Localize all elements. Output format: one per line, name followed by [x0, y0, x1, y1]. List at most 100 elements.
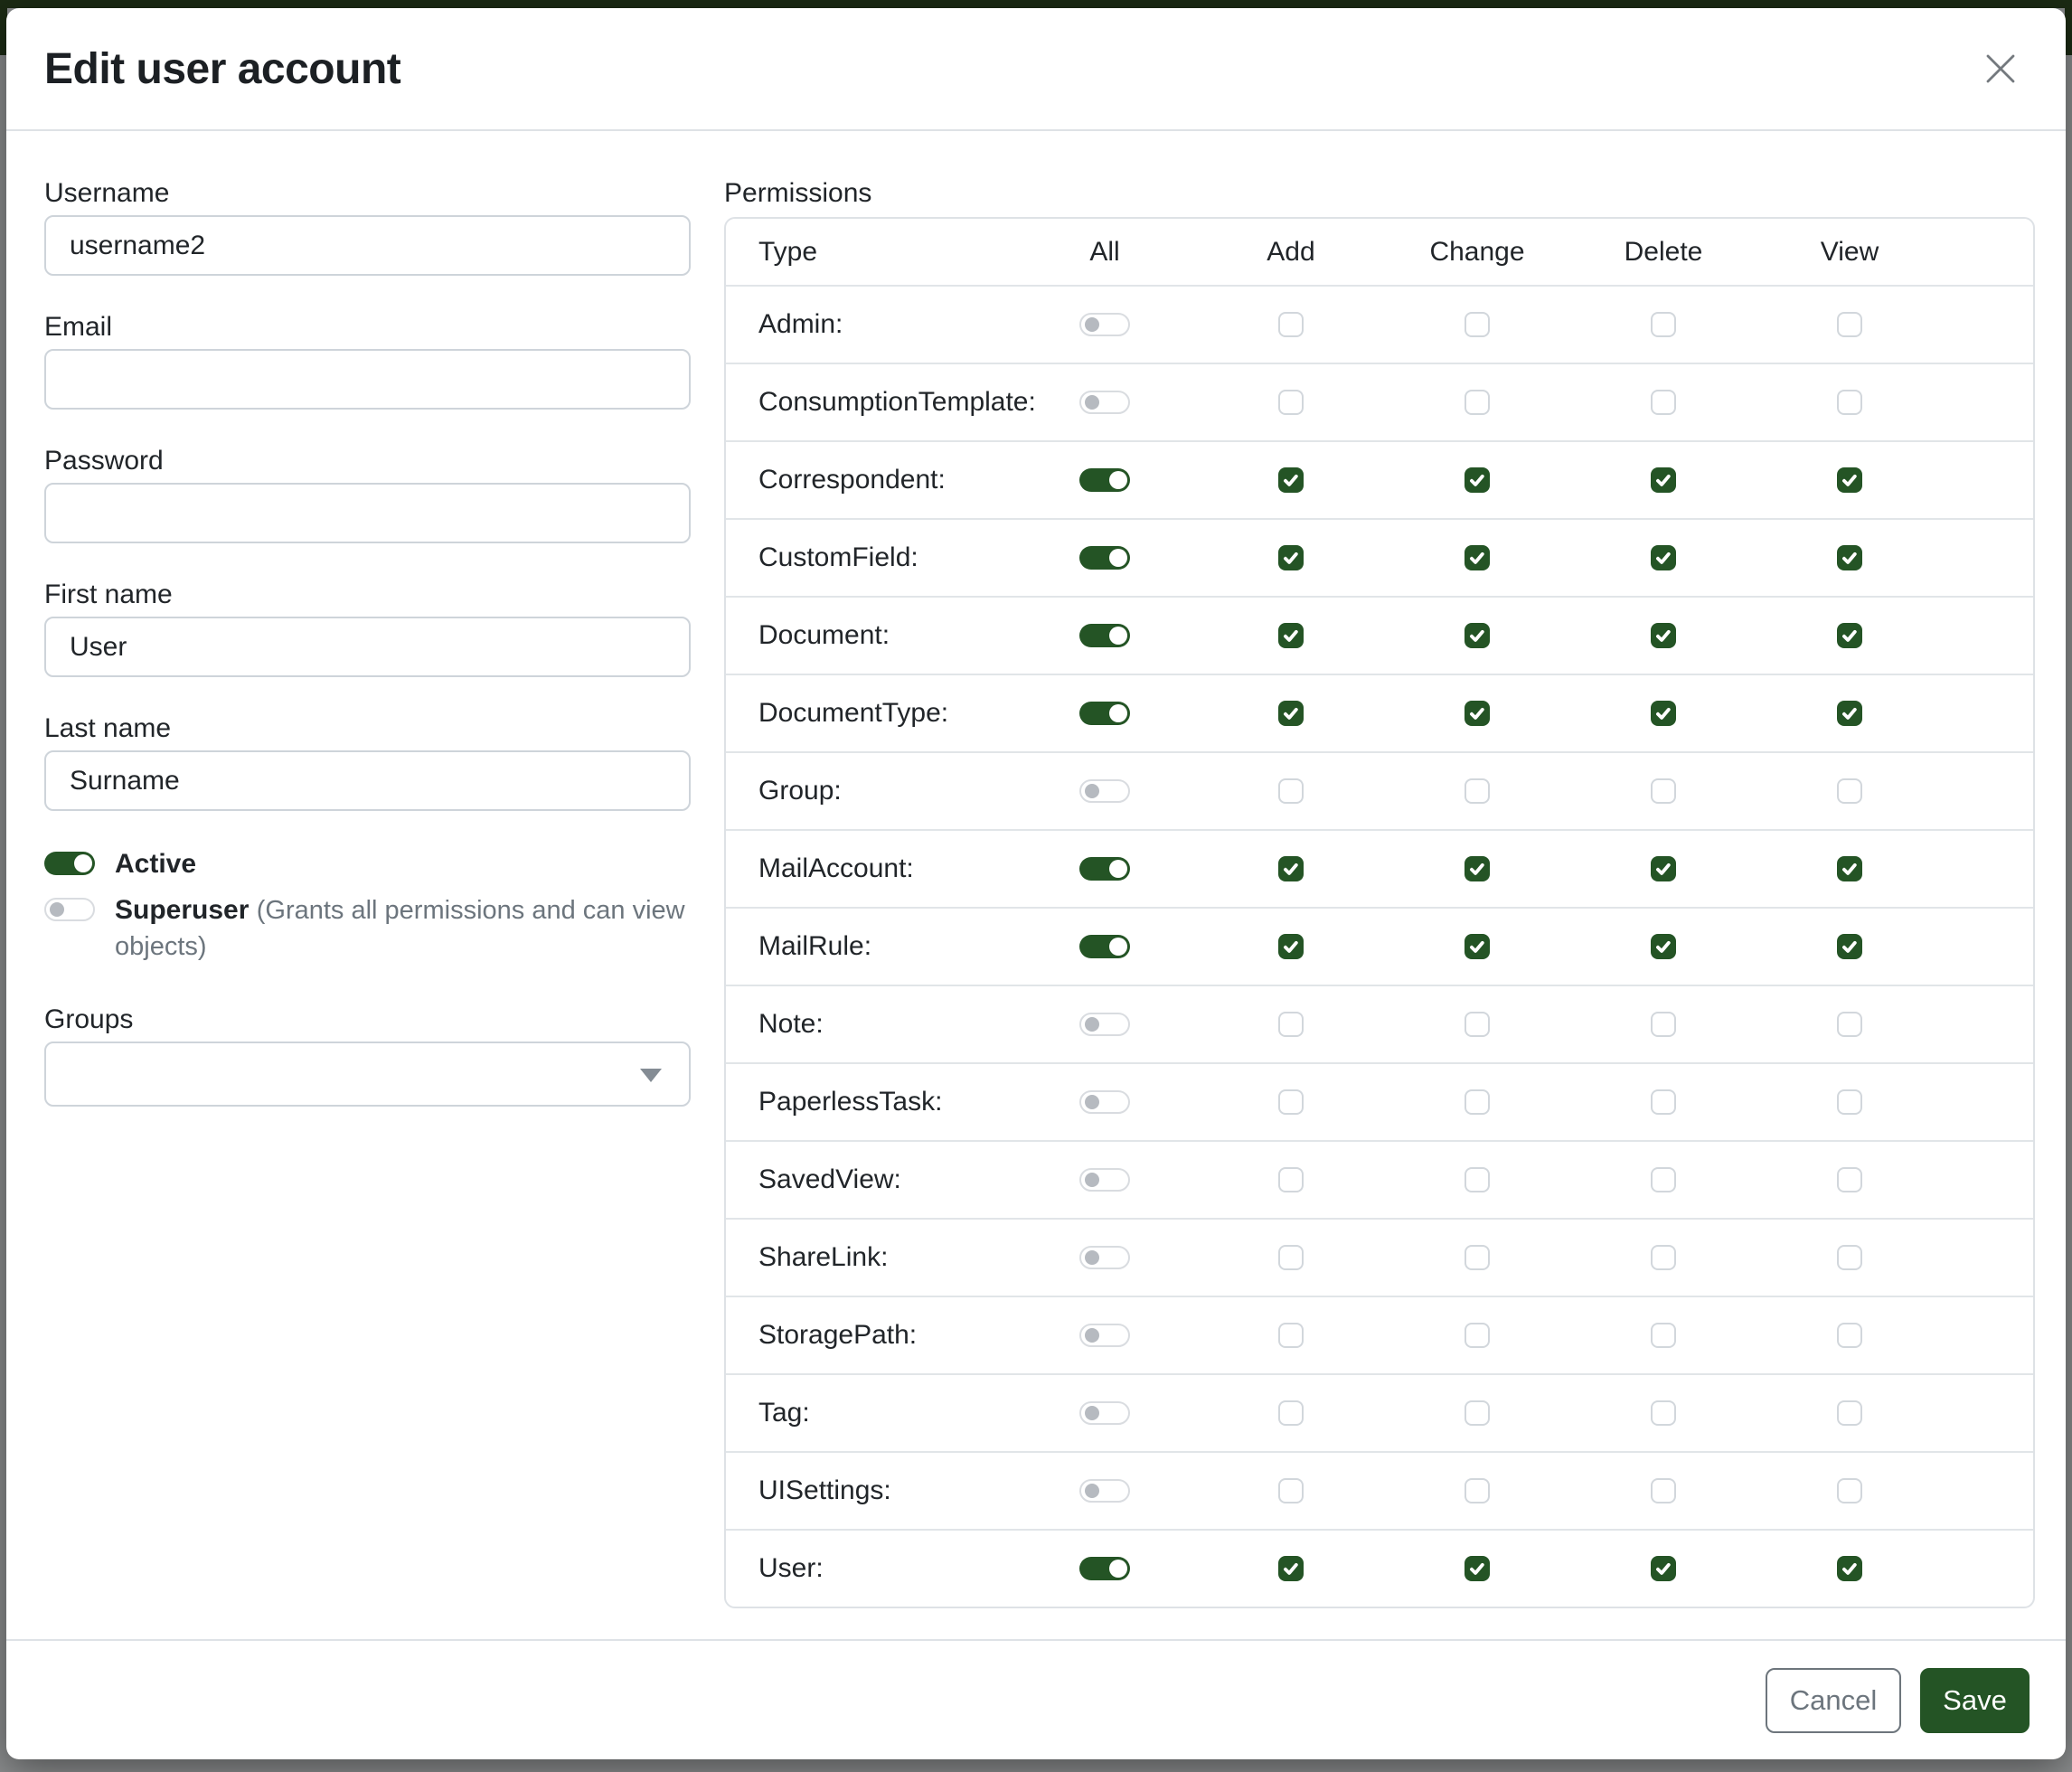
permission-view-checkbox[interactable] [1837, 934, 1862, 959]
permission-change-checkbox[interactable] [1465, 1245, 1490, 1270]
permission-all-toggle[interactable] [1079, 546, 1130, 570]
permission-add-checkbox[interactable] [1278, 1323, 1304, 1348]
permission-add-checkbox[interactable] [1278, 934, 1304, 959]
permission-change-checkbox[interactable] [1465, 1556, 1490, 1581]
permission-view-checkbox[interactable] [1837, 545, 1862, 570]
permission-all-toggle[interactable] [1079, 1168, 1130, 1192]
first-name-input[interactable] [44, 617, 691, 677]
permission-add-checkbox[interactable] [1278, 545, 1304, 570]
permission-add-checkbox[interactable] [1278, 1478, 1304, 1503]
permission-all-toggle[interactable] [1079, 1246, 1130, 1269]
permission-delete-checkbox[interactable] [1651, 701, 1676, 726]
permission-view-checkbox[interactable] [1837, 1478, 1862, 1503]
permission-add-checkbox[interactable] [1278, 623, 1304, 648]
permission-delete-checkbox[interactable] [1651, 856, 1676, 881]
permission-delete-checkbox[interactable] [1651, 1167, 1676, 1192]
permission-add-checkbox[interactable] [1278, 1089, 1304, 1115]
permission-change-checkbox[interactable] [1465, 623, 1490, 648]
permission-view-checkbox[interactable] [1837, 467, 1862, 493]
superuser-toggle[interactable] [44, 898, 95, 921]
permission-add-checkbox[interactable] [1278, 1167, 1304, 1192]
check-icon [1653, 1559, 1673, 1579]
permission-all-toggle[interactable] [1079, 857, 1130, 881]
permission-all-toggle[interactable] [1079, 468, 1130, 492]
permission-all-toggle[interactable] [1079, 391, 1130, 414]
permission-view-checkbox[interactable] [1837, 856, 1862, 881]
permission-delete-checkbox[interactable] [1651, 467, 1676, 493]
close-button[interactable] [1975, 43, 2026, 94]
permission-all-toggle[interactable] [1079, 1090, 1130, 1114]
permission-delete-checkbox[interactable] [1651, 1245, 1676, 1270]
permission-view-checkbox[interactable] [1837, 1089, 1862, 1115]
permission-all-toggle[interactable] [1079, 702, 1130, 725]
permission-add-checkbox[interactable] [1278, 390, 1304, 415]
permission-add-checkbox[interactable] [1278, 856, 1304, 881]
permission-type-label: ConsumptionTemplate: [758, 387, 1036, 418]
cancel-button[interactable]: Cancel [1766, 1668, 1901, 1733]
permission-change-checkbox[interactable] [1465, 934, 1490, 959]
permission-delete-checkbox[interactable] [1651, 778, 1676, 804]
permission-change-checkbox[interactable] [1465, 701, 1490, 726]
permission-delete-checkbox[interactable] [1651, 623, 1676, 648]
save-button[interactable]: Save [1920, 1668, 2030, 1733]
permission-delete-checkbox[interactable] [1651, 1478, 1676, 1503]
active-toggle[interactable] [44, 852, 95, 875]
permission-change-checkbox[interactable] [1465, 545, 1490, 570]
email-input[interactable] [44, 349, 691, 410]
permission-all-toggle[interactable] [1079, 1324, 1130, 1347]
permission-delete-checkbox[interactable] [1651, 1556, 1676, 1581]
permission-delete-checkbox[interactable] [1651, 1323, 1676, 1348]
permission-delete-checkbox[interactable] [1651, 1089, 1676, 1115]
permission-all-toggle[interactable] [1079, 313, 1130, 336]
permissions-table-header: Type All Add Change Delete View [726, 219, 2033, 285]
permission-change-checkbox[interactable] [1465, 1478, 1490, 1503]
permission-add-checkbox[interactable] [1278, 1012, 1304, 1037]
password-input[interactable] [44, 483, 691, 543]
permission-all-toggle[interactable] [1079, 1013, 1130, 1036]
permission-view-checkbox[interactable] [1837, 1012, 1862, 1037]
permission-view-checkbox[interactable] [1837, 1167, 1862, 1192]
groups-select[interactable] [44, 1042, 691, 1107]
permission-change-checkbox[interactable] [1465, 1167, 1490, 1192]
permission-all-toggle[interactable] [1079, 779, 1130, 803]
permission-view-checkbox[interactable] [1837, 701, 1862, 726]
permission-view-checkbox[interactable] [1837, 390, 1862, 415]
permission-delete-checkbox[interactable] [1651, 934, 1676, 959]
permission-delete-checkbox[interactable] [1651, 312, 1676, 337]
permission-view-checkbox[interactable] [1837, 312, 1862, 337]
permission-view-checkbox[interactable] [1837, 1400, 1862, 1426]
username-input[interactable] [44, 215, 691, 276]
check-icon [1840, 626, 1860, 646]
permission-change-checkbox[interactable] [1465, 1400, 1490, 1426]
permission-add-checkbox[interactable] [1278, 467, 1304, 493]
permission-change-checkbox[interactable] [1465, 778, 1490, 804]
permission-delete-checkbox[interactable] [1651, 390, 1676, 415]
permission-change-checkbox[interactable] [1465, 467, 1490, 493]
permission-add-checkbox[interactable] [1278, 1556, 1304, 1581]
permission-change-checkbox[interactable] [1465, 1012, 1490, 1037]
permission-all-toggle[interactable] [1079, 935, 1130, 958]
permission-change-checkbox[interactable] [1465, 1323, 1490, 1348]
permission-all-toggle[interactable] [1079, 1479, 1130, 1503]
permission-view-checkbox[interactable] [1837, 778, 1862, 804]
permission-change-checkbox[interactable] [1465, 312, 1490, 337]
permission-delete-checkbox[interactable] [1651, 545, 1676, 570]
permission-add-checkbox[interactable] [1278, 1245, 1304, 1270]
permission-change-checkbox[interactable] [1465, 390, 1490, 415]
permission-view-checkbox[interactable] [1837, 1245, 1862, 1270]
permission-add-checkbox[interactable] [1278, 1400, 1304, 1426]
permission-view-checkbox[interactable] [1837, 1556, 1862, 1581]
permission-delete-checkbox[interactable] [1651, 1012, 1676, 1037]
permission-add-checkbox[interactable] [1278, 312, 1304, 337]
permission-all-toggle[interactable] [1079, 1557, 1130, 1580]
permission-add-checkbox[interactable] [1278, 778, 1304, 804]
permission-all-toggle[interactable] [1079, 624, 1130, 647]
last-name-input[interactable] [44, 750, 691, 811]
permission-delete-checkbox[interactable] [1651, 1400, 1676, 1426]
permission-add-checkbox[interactable] [1278, 701, 1304, 726]
permission-view-checkbox[interactable] [1837, 623, 1862, 648]
permission-view-checkbox[interactable] [1837, 1323, 1862, 1348]
permission-change-checkbox[interactable] [1465, 856, 1490, 881]
permission-all-toggle[interactable] [1079, 1401, 1130, 1425]
permission-change-checkbox[interactable] [1465, 1089, 1490, 1115]
